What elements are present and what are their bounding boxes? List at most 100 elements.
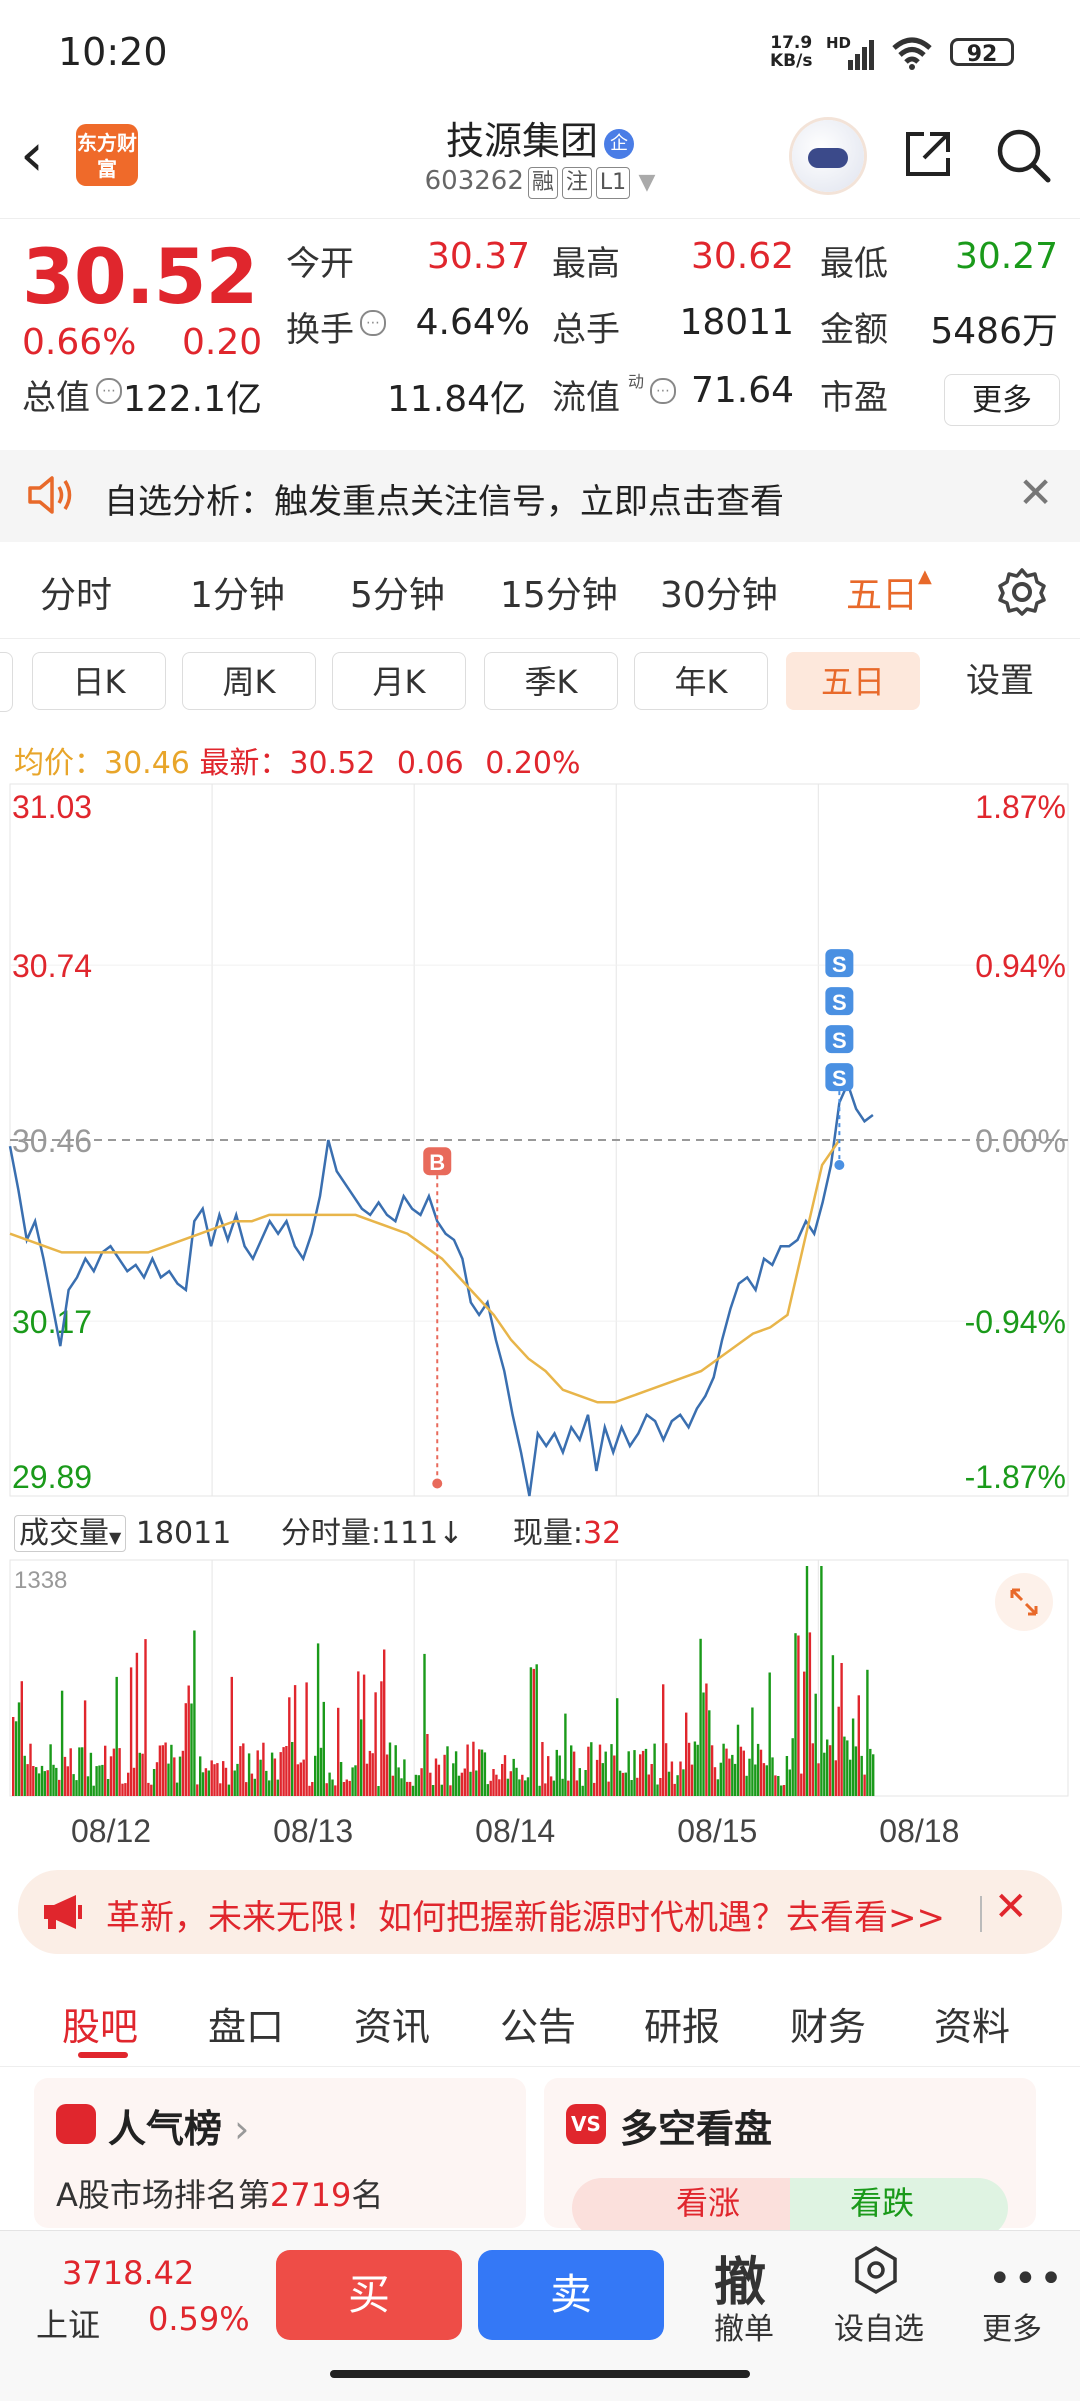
quote-value: 4.64%	[415, 302, 530, 343]
quote-value: 122.1亿	[122, 379, 262, 420]
y-axis-left-tick: 30.46	[12, 1123, 92, 1159]
volume-bar	[115, 1676, 118, 1796]
more-icon[interactable]: •••	[988, 2256, 1065, 2302]
volume-bar	[739, 1746, 743, 1796]
volume-bar	[561, 1778, 564, 1796]
sell-marker-label: S	[832, 1066, 847, 1091]
volume-bar	[374, 1692, 377, 1796]
tab-intraday[interactable]: 分时	[40, 566, 112, 618]
buy-button[interactable]: 买	[276, 2250, 462, 2340]
sell-button[interactable]: 卖	[478, 2250, 664, 2340]
tab-monthly-k[interactable]: 月K	[332, 652, 466, 710]
level-tag: L1	[595, 167, 631, 199]
add-favorite-icon[interactable]	[850, 2244, 902, 2296]
volume-bar	[37, 1773, 41, 1796]
volume-bar	[659, 1778, 662, 1796]
volume-bar	[437, 1764, 441, 1796]
volume-bar	[762, 1763, 766, 1796]
volume-bar	[127, 1772, 130, 1796]
y-axis-left-tick: 30.74	[12, 948, 92, 984]
date-label: 08/14	[475, 1813, 555, 1849]
latest-change: 0.06	[396, 746, 464, 781]
volume-bar	[702, 1692, 705, 1796]
info-icon[interactable]: ⋯	[360, 310, 386, 336]
volume-bar	[129, 1667, 133, 1796]
close-icon[interactable]: ✕	[1018, 468, 1053, 517]
volume-bar	[598, 1744, 602, 1796]
tab-1min[interactable]: 1分钟	[190, 566, 285, 618]
tab-15min[interactable]: 15分钟	[500, 566, 618, 618]
tab-yearly-k[interactable]: 年K	[634, 652, 768, 710]
volume-bar	[414, 1774, 418, 1796]
volume-bar	[351, 1767, 354, 1796]
volume-bar	[449, 1785, 452, 1796]
tab-5min[interactable]: 5分钟	[350, 566, 445, 618]
quote-value: 30.37	[426, 236, 530, 277]
tab-research[interactable]: 研报	[644, 1996, 720, 2051]
info-icon[interactable]: ⋯	[96, 378, 122, 404]
more-button[interactable]: 更多	[944, 374, 1060, 426]
volume-bar	[150, 1784, 153, 1796]
volume-bar	[820, 1566, 823, 1796]
tab-daily-k[interactable]: 日K	[32, 652, 166, 710]
volume-bar	[403, 1759, 406, 1796]
tab-order-book[interactable]: 盘口	[208, 1996, 284, 2051]
expand-icon[interactable]	[994, 1572, 1054, 1632]
volume-bar	[575, 1780, 579, 1796]
volume-bar	[239, 1746, 242, 1796]
latest-price-label: 最新：	[199, 746, 290, 781]
volume-bar	[92, 1785, 95, 1796]
chart-settings-button[interactable]: 设置	[966, 652, 1034, 710]
tab-news[interactable]: 资讯	[354, 1996, 430, 2051]
tab-financials[interactable]: 财务	[790, 1996, 866, 2051]
volume-bar	[466, 1744, 469, 1796]
volume-bar	[144, 1639, 147, 1796]
volume-bar	[636, 1777, 639, 1796]
date-label: 08/18	[879, 1813, 959, 1849]
add-favorite-label[interactable]: 设自选	[834, 2304, 924, 2348]
date-label: 08/15	[677, 1813, 757, 1849]
share-icon[interactable]	[902, 128, 954, 180]
volume-chart[interactable]: 1338	[0, 1556, 1080, 1806]
volume-bar	[121, 1783, 124, 1796]
more-label[interactable]: 更多	[982, 2304, 1042, 2348]
cancel-order-label[interactable]: 撤单	[714, 2304, 774, 2348]
close-icon[interactable]: ✕	[994, 1884, 1028, 1930]
volume-bar	[380, 1681, 383, 1796]
tab-profile[interactable]: 资料	[934, 1996, 1010, 2051]
volume-bar	[817, 1763, 820, 1796]
volume-selector[interactable]: 成交量▼	[14, 1515, 127, 1552]
tab-announcements[interactable]: 公告	[500, 1996, 576, 2051]
search-icon[interactable]	[994, 126, 1052, 184]
volume-bar	[302, 1759, 305, 1796]
volume-bar	[242, 1743, 245, 1796]
tab-quarterly-k[interactable]: 季K	[484, 652, 618, 710]
quote-label: 流值	[552, 378, 620, 418]
volume-bar	[187, 1685, 190, 1796]
tab-five-day[interactable]: 五日▲	[846, 566, 932, 618]
price-chart[interactable]: 31.03 1.87%30.74 0.94%30.46 0.00%30.17 -0.94…	[0, 780, 1080, 1500]
index-value[interactable]: 3718.42	[62, 2254, 194, 2292]
popularity-title-text: 人气榜	[108, 2107, 223, 2151]
date-label: 08/13	[273, 1813, 353, 1849]
volume-bar	[20, 1681, 23, 1796]
volume-bar	[696, 1744, 699, 1796]
tab-five-day-k[interactable]: 五日	[786, 652, 920, 710]
volume-bar	[547, 1756, 550, 1796]
volume-bar	[95, 1766, 98, 1796]
tab-weekly-k[interactable]: 周K	[182, 652, 316, 710]
volume-bar	[426, 1734, 429, 1796]
volume-bar	[362, 1674, 366, 1796]
signal-icon	[848, 40, 874, 70]
volume-bar	[751, 1707, 754, 1796]
tab-30min[interactable]: 30分钟	[660, 566, 778, 618]
robot-face-icon	[808, 148, 848, 168]
volume-bar	[397, 1767, 400, 1796]
info-icon[interactable]: ⋯	[650, 378, 676, 404]
tab-forum[interactable]: 股吧	[62, 1996, 138, 2051]
volume-bar	[368, 1750, 372, 1796]
volume-bar	[72, 1774, 75, 1796]
volume-bar	[685, 1712, 688, 1796]
y-axis-right-tick: 1.87%	[975, 789, 1066, 825]
gear-icon[interactable]	[996, 566, 1048, 618]
